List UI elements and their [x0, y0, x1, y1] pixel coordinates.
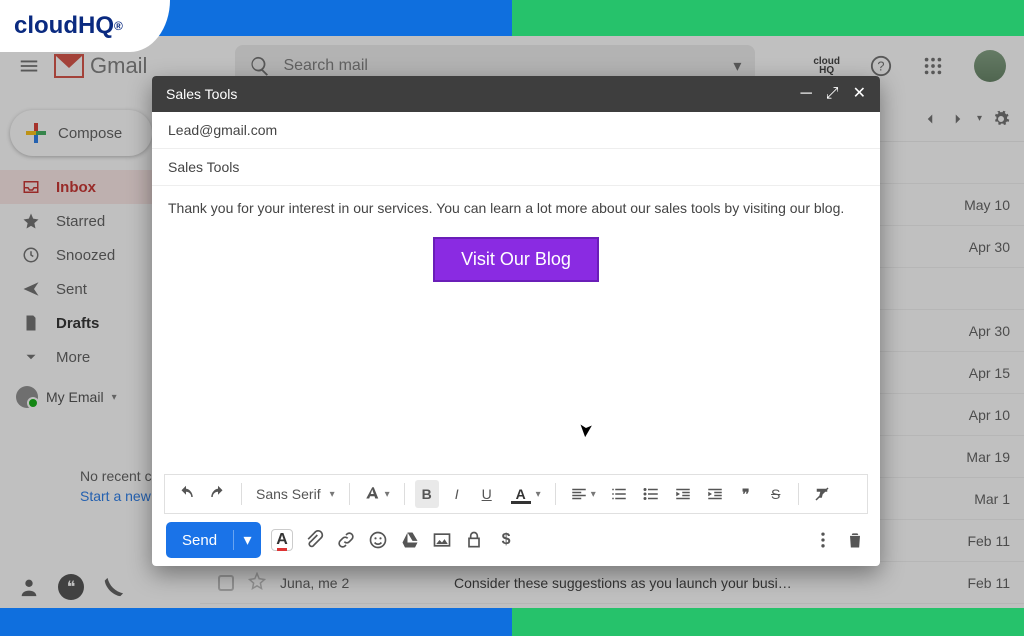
indent-more-button[interactable] — [702, 480, 728, 508]
close-icon[interactable]: ✕ — [853, 86, 866, 102]
to-field[interactable]: Lead@gmail.com — [152, 112, 880, 149]
more-options-icon[interactable] — [812, 529, 834, 551]
insert-emoji-icon[interactable] — [367, 529, 389, 551]
insert-link-icon[interactable] — [335, 529, 357, 551]
body-text: Thank you for your interest in our servi… — [168, 198, 864, 219]
attach-file-icon[interactable] — [303, 529, 325, 551]
redo-button[interactable] — [205, 480, 231, 508]
italic-button[interactable]: I — [445, 480, 469, 508]
formatting-toolbar: Sans Serif B I U A ❞ S — [164, 474, 868, 514]
compose-titlebar: Sales Tools ─ ⤢ ✕ — [152, 76, 880, 112]
compose-window: Sales Tools ─ ⤢ ✕ Lead@gmail.com Sales T… — [152, 76, 880, 566]
bullet-list-button[interactable] — [638, 480, 664, 508]
send-button[interactable]: Send ▾ — [166, 522, 261, 558]
underline-button[interactable]: U — [475, 480, 499, 508]
text-color-button[interactable]: A — [505, 480, 545, 508]
compose-body[interactable]: Thank you for your interest in our servi… — [152, 186, 880, 474]
bold-button[interactable]: B — [415, 480, 439, 508]
indent-less-button[interactable] — [670, 480, 696, 508]
font-family-select[interactable]: Sans Serif — [252, 480, 339, 508]
minimize-icon[interactable]: ─ — [800, 86, 811, 102]
visit-blog-button[interactable]: Visit Our Blog — [433, 237, 599, 282]
font-size-select[interactable] — [360, 480, 394, 508]
insert-drive-icon[interactable] — [399, 529, 421, 551]
undo-button[interactable] — [173, 480, 199, 508]
subject-field[interactable]: Sales Tools — [152, 149, 880, 186]
text-formatting-toggle[interactable]: A — [271, 529, 293, 551]
cloudhq-logo: cloudHQ® — [0, 0, 170, 52]
insert-money-icon[interactable]: $ — [495, 529, 517, 551]
cursor-icon: ➤ — [574, 422, 596, 439]
quote-button[interactable]: ❞ — [734, 480, 758, 508]
strikethrough-button[interactable]: S — [764, 480, 788, 508]
confidential-mode-icon[interactable] — [463, 529, 485, 551]
align-button[interactable] — [566, 480, 600, 508]
numbered-list-button[interactable] — [606, 480, 632, 508]
compose-title: Sales Tools — [166, 86, 237, 102]
send-options-caret-icon[interactable]: ▾ — [233, 530, 261, 550]
compose-send-bar: Send ▾ A $ — [152, 514, 880, 566]
remove-formatting-button[interactable] — [809, 480, 835, 508]
discard-draft-icon[interactable] — [844, 529, 866, 551]
expand-icon[interactable]: ⤢ — [826, 86, 839, 102]
insert-photo-icon[interactable] — [431, 529, 453, 551]
